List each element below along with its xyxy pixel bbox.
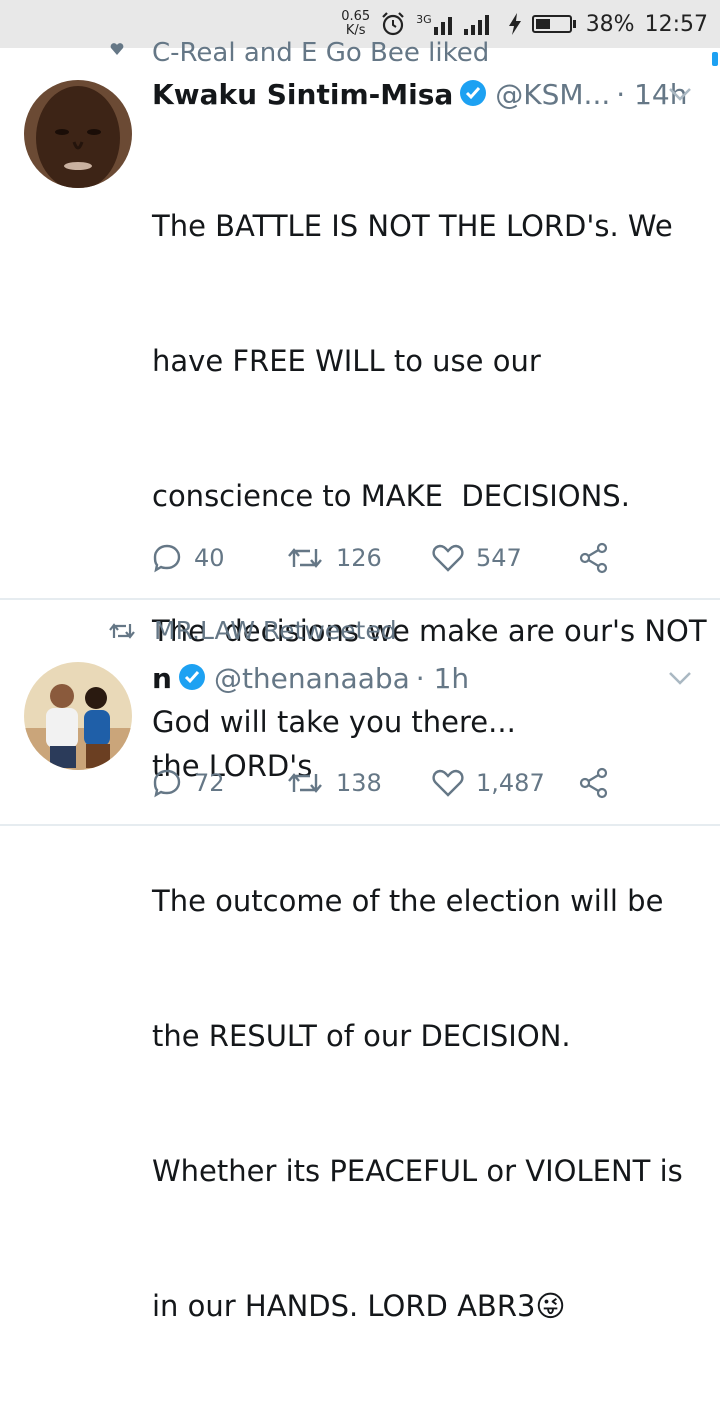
reply-count: 40 — [194, 544, 225, 572]
retweet-button[interactable]: 138 — [286, 769, 432, 797]
tweet-actions: 72 138 1,487 — [152, 767, 610, 799]
charging-icon — [508, 13, 522, 35]
heart-icon — [110, 43, 124, 55]
battery-percent: 38% — [585, 11, 635, 37]
tweet-line: in our HANDS. LORD ABR3 — [152, 1289, 536, 1323]
reply-count: 72 — [194, 769, 225, 797]
reply-button[interactable]: 40 — [152, 543, 286, 573]
verified-badge-icon — [178, 663, 206, 695]
network-type: 3G — [416, 13, 432, 26]
tweet-actions: 40 126 547 — [152, 542, 610, 574]
divider — [0, 824, 720, 826]
retweet-icon — [288, 773, 322, 793]
tweet-line: have FREE WILL to use our — [152, 344, 541, 378]
timestamp: · 1h — [415, 662, 470, 695]
share-icon — [579, 767, 608, 799]
speed-value: 0.65 — [341, 9, 371, 24]
battery-icon — [531, 15, 576, 33]
tweet-line: the RESULT of our DECISION. — [152, 1019, 571, 1053]
reply-button[interactable]: 72 — [152, 768, 286, 798]
retweet-count: 138 — [336, 769, 382, 797]
tweet-line: Whether its PEACEFUL or VIOLENT is — [152, 1154, 683, 1188]
avatar[interactable] — [24, 662, 132, 770]
liked-banner[interactable]: C-Real and E Go Bee liked — [0, 38, 720, 64]
alarm-icon — [380, 11, 406, 37]
retweet-banner-text: MR.LAW Retweeted — [154, 616, 397, 645]
tweet-text: God will take you there... — [152, 705, 516, 739]
like-button[interactable]: 1,487 — [432, 769, 578, 797]
retweet-banner[interactable]: MR.LAW Retweeted — [108, 616, 397, 645]
clock: 12:57 — [644, 11, 708, 37]
reply-icon — [153, 769, 181, 798]
like-button[interactable]: 547 — [432, 544, 578, 572]
retweet-icon — [109, 622, 135, 639]
signal-icon: 3G — [416, 13, 498, 35]
heart-icon — [432, 769, 464, 797]
like-count: 1,487 — [476, 769, 545, 797]
liked-banner-text: C-Real and E Go Bee liked — [152, 38, 490, 64]
like-count: 547 — [476, 544, 522, 572]
divider — [0, 598, 720, 600]
retweet-icon — [288, 548, 322, 568]
winking-face-emoji: 😜 — [535, 1289, 566, 1323]
share-button[interactable] — [578, 542, 610, 574]
tweet-header: Kwaku Sintim-Misa @KSM... · 14h — [152, 78, 687, 111]
tweet-card[interactable]: Kwaku Sintim-Misa @KSM... · 14h The BATT… — [0, 64, 720, 1323]
tweet-line: The BATTLE IS NOT THE LORD's. We — [152, 209, 673, 243]
tweet-line: The outcome of the election will be — [152, 884, 664, 918]
display-name[interactable]: n — [152, 662, 172, 695]
handle[interactable]: @KSM... — [495, 78, 610, 111]
retweet-button[interactable]: 126 — [286, 544, 432, 572]
avatar[interactable] — [24, 80, 132, 188]
share-icon — [579, 542, 608, 574]
tweet-line: conscience to MAKE DECISIONS. — [152, 479, 630, 513]
handle[interactable]: @thenanaaba — [214, 662, 410, 695]
retweet-count: 126 — [336, 544, 382, 572]
reply-icon — [153, 544, 181, 573]
tweet-line-last: in our HANDS. LORD ABR3😜 — [152, 1284, 707, 1329]
chevron-down-icon[interactable] — [668, 670, 692, 690]
chevron-down-icon[interactable] — [668, 86, 692, 106]
tweet-header: n @thenanaaba · 1h — [152, 662, 469, 695]
speed-unit: K/s — [345, 23, 366, 38]
heart-icon — [432, 544, 464, 572]
verified-badge-icon — [459, 79, 487, 111]
tweet-card[interactable]: n @thenanaaba · 1h God will take you the… — [0, 650, 720, 820]
network-speed: 0.65 K/s — [341, 10, 370, 38]
share-button[interactable] — [578, 767, 610, 799]
display-name[interactable]: Kwaku Sintim-Misa — [152, 78, 453, 111]
